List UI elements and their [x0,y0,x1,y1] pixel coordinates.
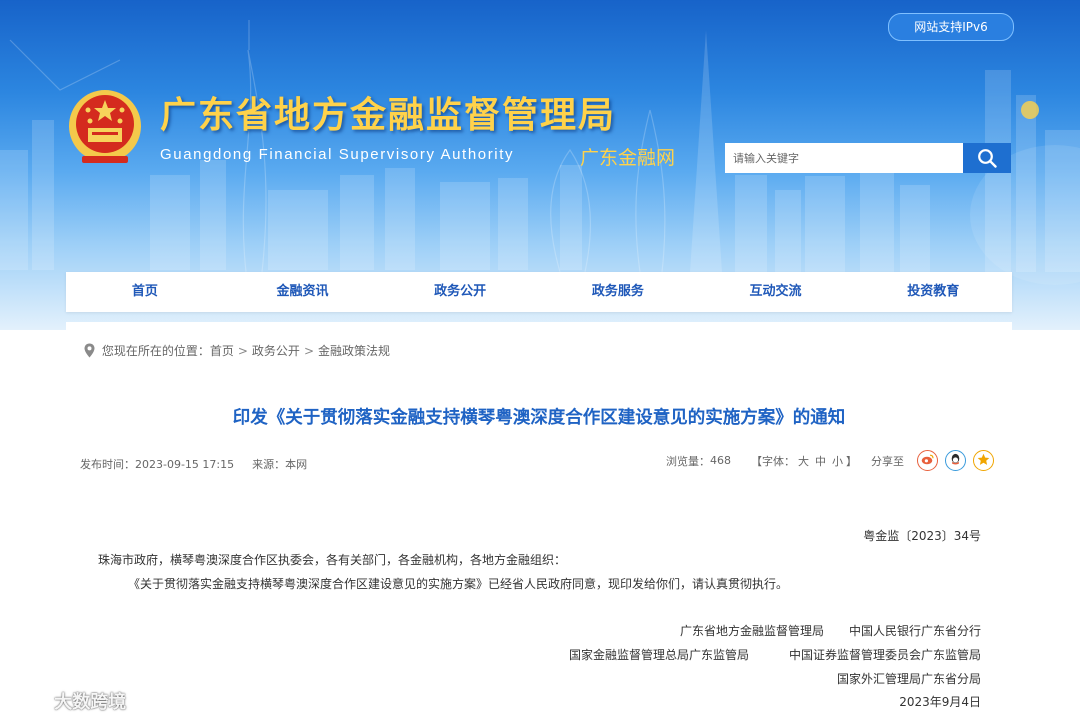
font-size-large[interactable]: 大 [798,453,809,469]
article-header-panel: 您现在所在的位置：首页 > 政务公开 > 金融政策法规 印发《关于贯彻落实金融支持横琴粤… [66,322,1012,490]
ipv6-badge[interactable]: 网站支持IPv6 [888,13,1014,41]
body-paragraph: 《关于贯彻落实金融支持横琴粤澳深度合作区建设意见的实施方案》已经省人民政府同意，… [128,577,789,591]
qq-icon[interactable] [945,450,966,471]
nav-item-government-services[interactable]: 政务服务 [539,272,697,312]
document-number: 粤金监〔2023〕34号 [863,529,981,543]
signature-date: 2023年9月4日 [899,695,981,709]
font-size-close: 】 [846,454,857,468]
signatory: 广东省地方金融监督管理局 [679,624,824,638]
signatory: 国家金融监督管理总局广东监管局 [568,648,749,662]
nav-item-interaction[interactable]: 互动交流 [697,272,855,312]
source-value: 本网 [285,458,308,471]
nav-item-home[interactable]: 首页 [66,272,224,312]
addressee: 珠海市政府，横琴粤澳深度合作区执委会，各有关部门，各金融机构，各地方金融组织： [98,553,567,567]
location-pin-icon [84,343,95,358]
nav-item-government-affairs[interactable]: 政务公开 [381,272,539,312]
breadcrumb-prefix: 您现在所在的位置： [101,344,210,358]
nav-item-investor-education[interactable]: 投资教育 [854,272,1012,312]
signatory: 中国证券监督管理委员会广东监管局 [788,648,981,662]
breadcrumb-separator: > [237,344,248,358]
breadcrumb-policy-regulations[interactable]: 金融政策法规 [318,344,390,358]
watermark-logo-icon [12,693,48,710]
article-title: 印发《关于贯彻落实金融支持横琴粤澳深度合作区建设意见的实施方案》的通知 [232,408,846,428]
share-label: 分享至 [871,454,904,468]
site-subtitle-en: Guangdong Financial Supervisory Authorit… [160,146,515,163]
search-input[interactable] [725,143,963,173]
article-tools: 浏览量： 468 【字体： 大 中 小 】 分享至 [666,450,994,471]
site-brand[interactable]: 广东金融网 [580,143,675,170]
views-count: 468 [710,454,731,467]
font-size-small[interactable]: 小 [832,453,843,469]
search-icon [978,149,997,168]
nav-item-financial-news[interactable]: 金融资讯 [224,272,382,312]
publish-time-label: 发布时间： [80,458,135,471]
breadcrumb-home[interactable]: 首页 [210,344,234,358]
breadcrumb-separator: > [303,344,314,358]
site-title: 广东省地方金融监督管理局 [160,94,617,136]
font-size-medium[interactable]: 中 [815,453,826,469]
watermark-text: 大数跨境 [54,692,127,713]
signatory: 国家外汇管理局广东省分局 [836,672,981,686]
source-label: 来源： [252,458,286,471]
search-button[interactable] [963,143,1011,173]
watermark: 大数跨境 [10,688,126,714]
views-label: 浏览量： [666,454,710,468]
main-nav: 首页 金融资讯 政务公开 政务服务 互动交流 投资教育 [66,272,1012,312]
breadcrumb: 您现在所在的位置：首页 > 政务公开 > 金融政策法规 [84,342,390,359]
national-emblem-icon [69,90,141,163]
publish-time: 2023-09-15 17:15 [135,458,235,471]
article-meta: 发布时间：2023-09-15 17:15 来源：本网 [80,456,313,472]
signatory: 中国人民银行广东省分行 [848,624,981,638]
favorite-star-icon[interactable] [973,450,994,471]
breadcrumb-government-affairs[interactable]: 政务公开 [252,344,300,358]
font-size-label: 【字体： [751,454,795,468]
weibo-icon[interactable] [917,450,938,471]
